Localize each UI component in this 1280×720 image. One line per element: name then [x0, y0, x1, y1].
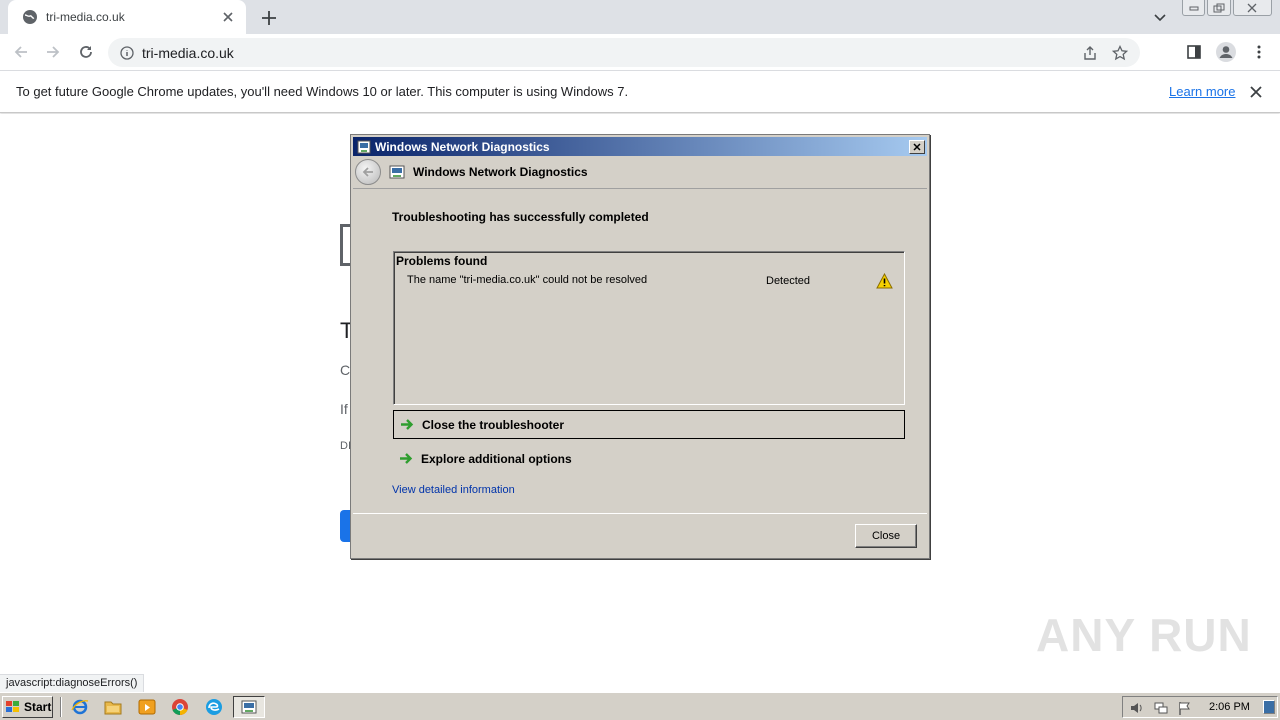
windows-flag-icon	[6, 701, 19, 712]
reload-icon[interactable]	[77, 43, 95, 61]
problems-header: Problems found	[396, 254, 488, 268]
network-diagnostics-dialog: Windows Network Diagnostics Windows Netw…	[350, 134, 930, 559]
internet-explorer-icon[interactable]	[71, 698, 89, 716]
back-arrow-icon	[362, 167, 373, 177]
dialog-nav-bar: Windows Network Diagnostics	[353, 156, 927, 188]
dialog-nav-title: Windows Network Diagnostics	[413, 165, 588, 179]
option-label: Explore additional options	[421, 451, 572, 466]
dialog-titlebar[interactable]: Windows Network Diagnostics	[353, 137, 927, 156]
show-desktop-button[interactable]	[1263, 700, 1275, 714]
start-label: Start	[24, 700, 52, 714]
minimize-icon	[1189, 6, 1199, 10]
problems-list: Problems found The name "tri-media.co.uk…	[393, 251, 905, 405]
diagnostics-app-icon	[241, 700, 257, 714]
tab-strip: tri-media.co.uk	[0, 0, 1280, 34]
bookmark-star-icon[interactable]	[1112, 44, 1128, 61]
share-icon[interactable]	[1082, 45, 1098, 61]
error-page-text: C	[340, 362, 351, 378]
diagnostics-app-icon	[389, 165, 405, 179]
maximize-button[interactable]	[1207, 0, 1231, 16]
network-icon[interactable]	[1153, 700, 1169, 716]
menu-dots-icon[interactable]	[1250, 43, 1268, 61]
window-close-button[interactable]	[1232, 0, 1273, 16]
problem-status: Detected	[766, 275, 811, 287]
back-arrow-icon[interactable]	[12, 43, 30, 61]
infobar-message: To get future Google Chrome updates, you…	[16, 84, 629, 99]
learn-more-link[interactable]: Learn more	[1169, 84, 1235, 99]
dialog-close-button[interactable]	[909, 139, 925, 154]
side-panel-icon[interactable]	[1185, 43, 1203, 61]
globe-icon	[23, 10, 37, 24]
close-troubleshooter-option[interactable]: Close the troubleshooter	[393, 410, 905, 439]
taskbar: Start 2:06 PM	[0, 692, 1280, 720]
restore-icon	[1213, 3, 1225, 12]
chrome-icon[interactable]	[171, 698, 189, 716]
media-player-icon[interactable]	[138, 698, 156, 716]
folder-icon[interactable]	[104, 698, 122, 716]
forward-arrow-icon[interactable]	[44, 43, 62, 61]
taskbar-diagnostics-button[interactable]	[233, 696, 265, 718]
taskbar-separator	[60, 697, 62, 717]
status-bubble: javascript:diagnoseErrors()	[0, 674, 145, 692]
option-label: Close the troubleshooter	[422, 417, 565, 432]
close-icon[interactable]	[1248, 84, 1264, 100]
dialog-body: Troubleshooting has successfully complet…	[353, 188, 927, 514]
watermark: ANY RUN	[1036, 609, 1252, 661]
green-arrow-icon	[400, 453, 413, 464]
volume-icon[interactable]	[1129, 700, 1145, 716]
clock: 2:06 PM	[1209, 701, 1250, 713]
view-details-link[interactable]: View detailed information	[392, 484, 515, 496]
profile-avatar-icon[interactable]	[1215, 41, 1237, 63]
edge-icon[interactable]	[205, 698, 223, 716]
start-button[interactable]: Start	[2, 696, 53, 718]
close-tab-icon[interactable]	[220, 9, 236, 25]
action-center-flag-icon[interactable]	[1177, 700, 1193, 716]
system-tray: 2:06 PM	[1122, 696, 1278, 718]
close-icon	[1248, 3, 1257, 12]
dialog-back-button[interactable]	[355, 159, 381, 185]
minimize-button[interactable]	[1182, 0, 1206, 16]
close-button[interactable]: Close	[855, 524, 917, 548]
info-icon[interactable]	[120, 45, 134, 60]
dialog-title: Windows Network Diagnostics	[375, 139, 550, 154]
error-page-text: If	[340, 401, 348, 417]
explore-options-option[interactable]: Explore additional options	[393, 444, 905, 473]
tab-title: tri-media.co.uk	[46, 10, 125, 24]
address-bar[interactable]: tri-media.co.uk	[108, 38, 1140, 67]
chevron-down-icon[interactable]	[1152, 9, 1168, 25]
warning-icon	[876, 273, 893, 289]
url-text[interactable]: tri-media.co.uk	[142, 45, 1082, 61]
browser-tab[interactable]: tri-media.co.uk	[8, 0, 246, 34]
update-infobar: To get future Google Chrome updates, you…	[0, 71, 1280, 113]
new-tab-icon[interactable]	[258, 7, 280, 29]
result-heading: Troubleshooting has successfully complet…	[392, 210, 649, 224]
close-icon	[913, 142, 921, 151]
green-arrow-icon	[401, 419, 414, 430]
diagnostics-app-icon	[357, 140, 371, 153]
browser-toolbar: tri-media.co.uk	[0, 34, 1280, 71]
window-controls	[1182, 0, 1273, 18]
problem-name: The name "tri-media.co.uk" could not be …	[407, 274, 648, 286]
